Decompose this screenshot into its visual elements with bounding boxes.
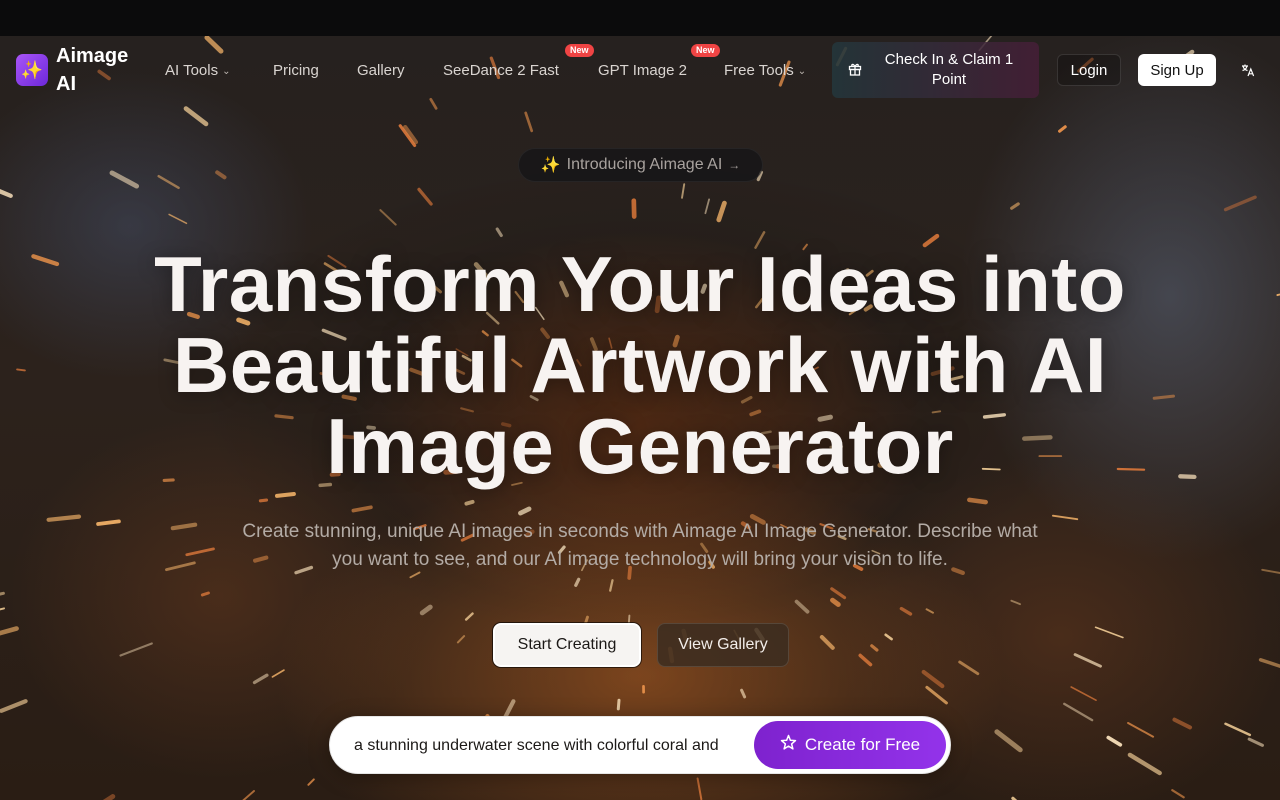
nav-item-label: Free Tools <box>724 61 794 79</box>
sparkles-icon: ✨ <box>540 157 561 174</box>
start-creating-button[interactable]: Start Creating <box>493 623 641 667</box>
chevron-down-icon: ⌄ <box>797 65 807 77</box>
nav-item-gpt-image[interactable]: GPT Image 2 <box>598 60 687 80</box>
signup-button[interactable]: Sign Up <box>1138 54 1216 86</box>
new-badge: New <box>565 44 594 57</box>
prompt-input[interactable] <box>354 735 754 757</box>
new-badge: New <box>691 44 720 57</box>
nav-item-label: Gallery <box>357 61 405 79</box>
nav-item-label: SeeDance 2 Fast <box>443 61 559 79</box>
nav-item-seedance[interactable]: SeeDance 2 Fast <box>443 60 559 80</box>
view-gallery-button[interactable]: View Gallery <box>657 623 789 667</box>
language-icon[interactable] <box>1238 60 1258 80</box>
check-in-label: Check In & Claim 1 Point <box>884 51 1014 88</box>
introducing-pill-link[interactable]: ✨ Introducing Aimage AI → <box>518 148 763 182</box>
chevron-down-icon: ⌄ <box>222 65 231 77</box>
login-button[interactable]: Login <box>1057 54 1121 86</box>
nav-item-ai-tools[interactable]: AI Tools ⌄ <box>165 60 230 80</box>
nav-item-gallery[interactable]: Gallery <box>357 60 405 80</box>
nav-item-label: GPT Image 2 <box>598 61 687 79</box>
nav-item-free-tools[interactable]: Free Tools ⌄ <box>724 60 806 80</box>
hero-headline: Transform Your Ideas into Beautiful Artw… <box>154 240 1126 490</box>
sparkles-logo-icon: ✨ <box>16 54 48 86</box>
brand-logo[interactable]: ✨ Aimage AI <box>16 42 136 98</box>
prompt-bar: Create for Free <box>329 716 951 774</box>
check-in-button[interactable]: Check In & Claim 1 Point <box>832 42 1039 98</box>
introducing-text: Introducing Aimage AI <box>566 156 723 173</box>
create-label: Create for Free <box>804 735 921 754</box>
create-for-free-button[interactable]: Create for Free <box>754 721 946 769</box>
main-navigation: ✨ Aimage AI AI Tools ⌄ Pricing Gallery S… <box>0 36 1280 104</box>
nav-item-pricing[interactable]: Pricing <box>273 60 319 80</box>
brand-name: Aimage AI <box>56 45 129 95</box>
sparkle-icon <box>780 734 797 756</box>
gift-icon <box>848 62 862 79</box>
browser-top-strip <box>0 0 1280 36</box>
hero-subheadline: Create stunning, unique AI images in sec… <box>242 521 1038 570</box>
nav-item-label: AI Tools <box>165 61 219 79</box>
arrow-right-icon: → <box>728 158 741 172</box>
nav-item-label: Pricing <box>273 61 319 79</box>
